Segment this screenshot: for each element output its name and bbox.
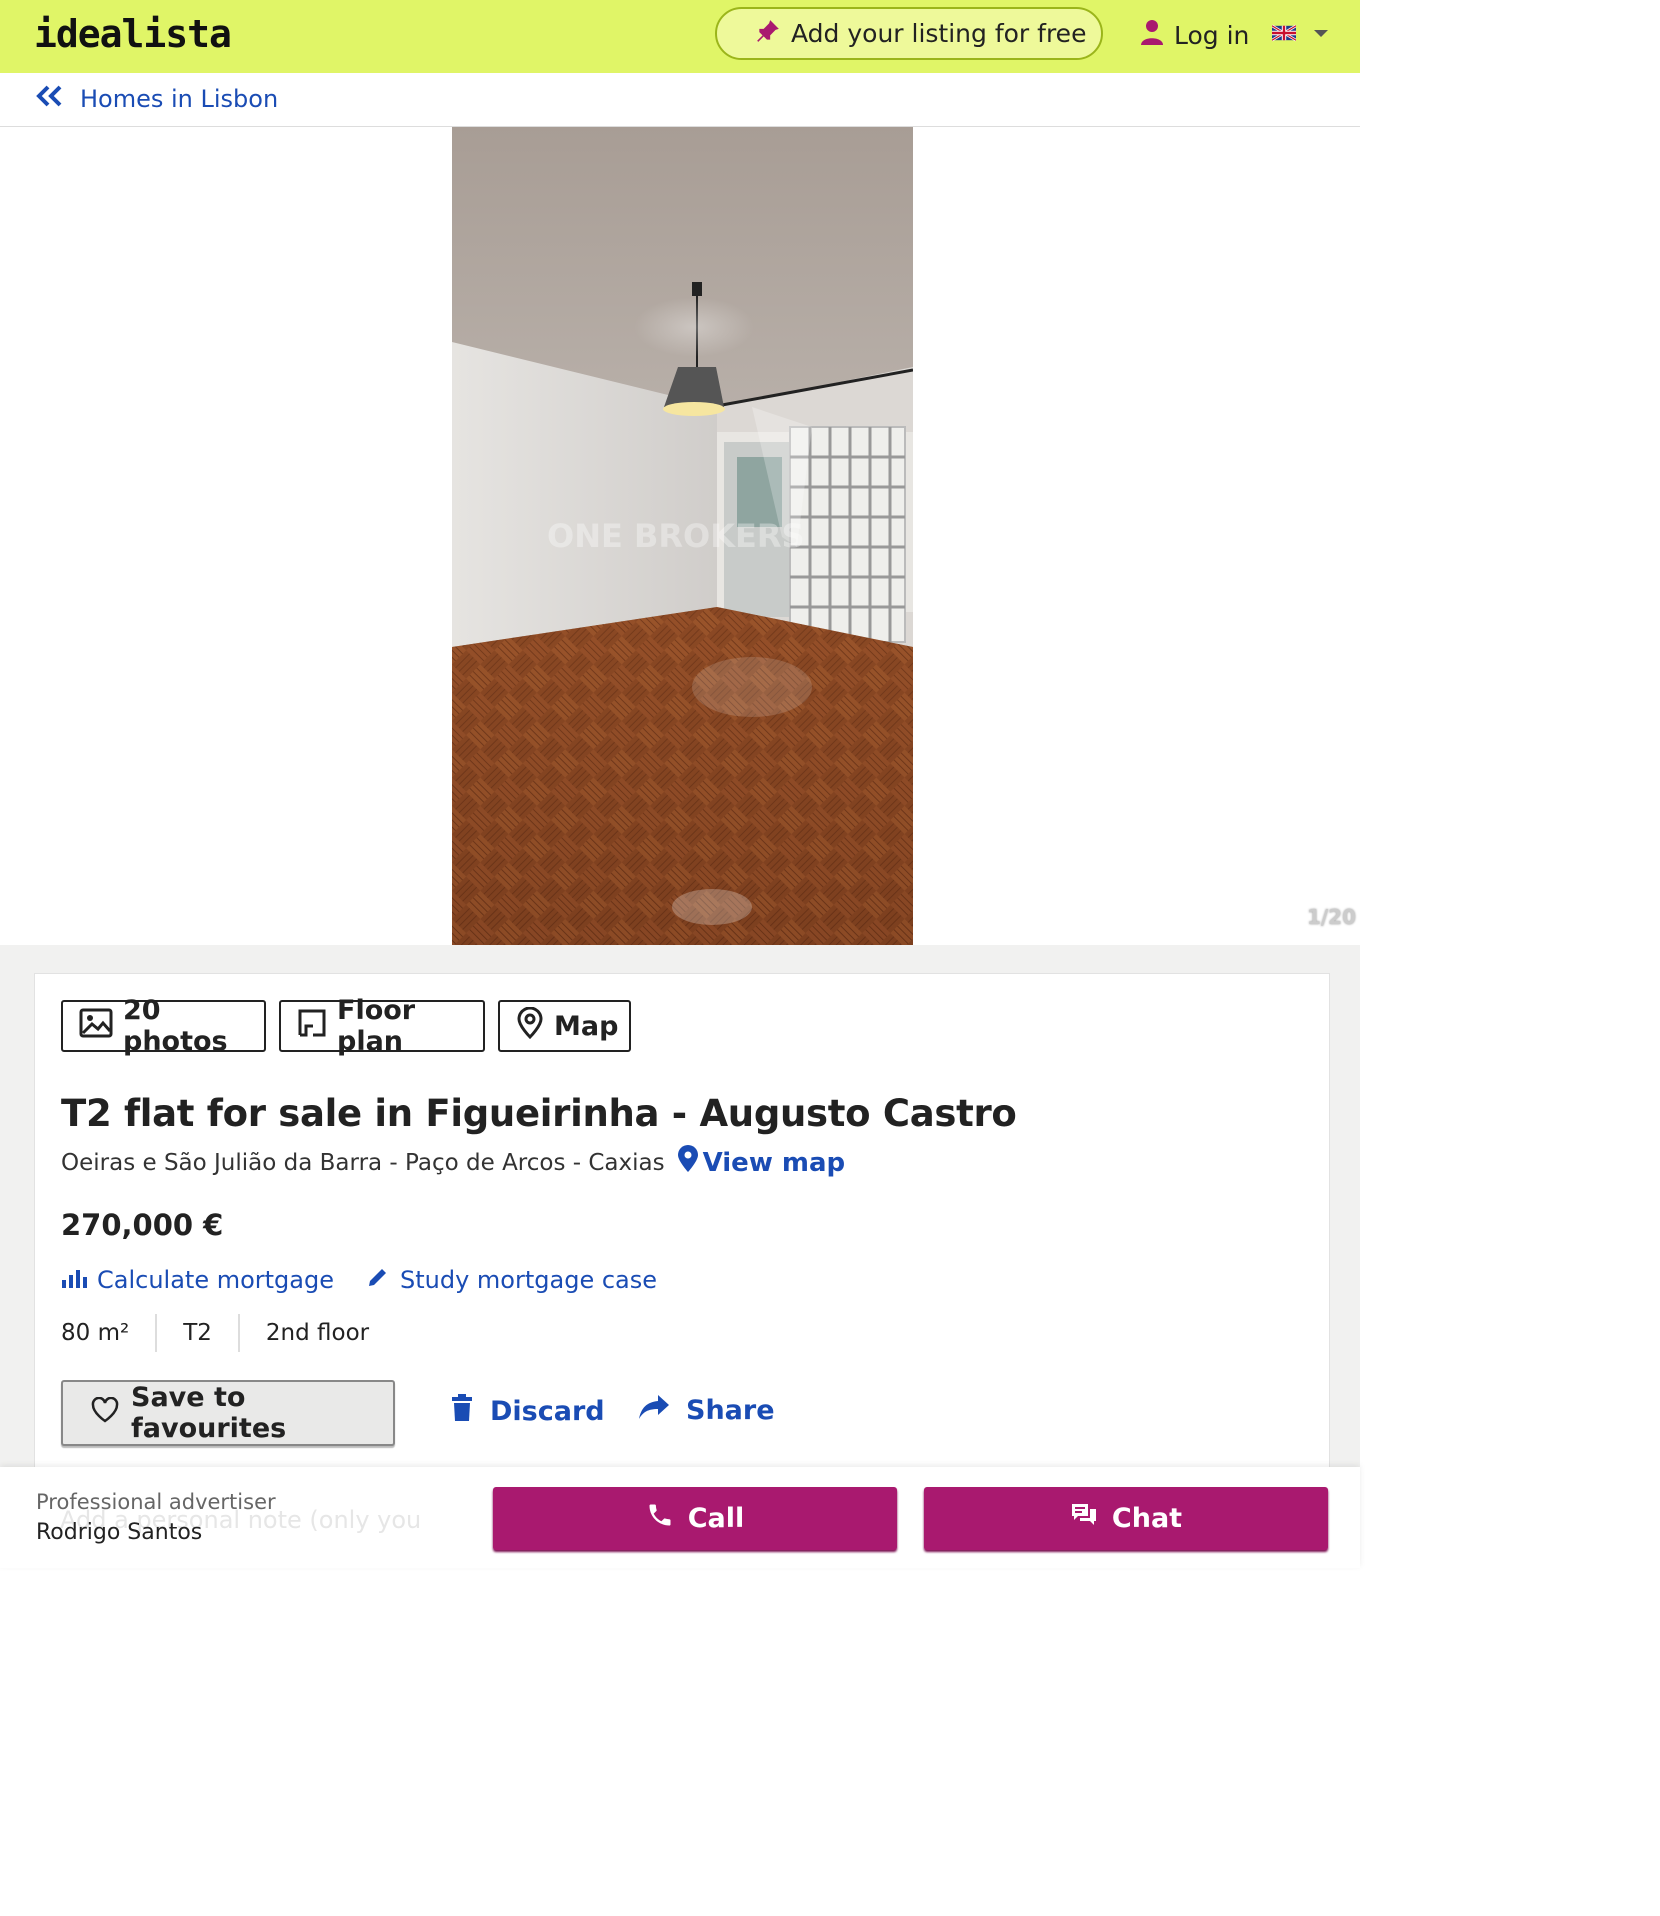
call-button[interactable]: Call <box>493 1487 897 1550</box>
share-arrow-icon <box>638 1394 670 1427</box>
add-listing-label: Add your listing for free <box>791 19 1087 48</box>
breadcrumb-label: Homes in Lisbon <box>80 85 279 113</box>
idealista-logo[interactable]: idealista <box>34 12 232 56</box>
pencil-icon <box>366 1265 390 1295</box>
feature-area: 80 m² <box>61 1320 130 1346</box>
pin-icon <box>755 18 781 50</box>
login-label: Log in <box>1174 20 1250 50</box>
trash-icon <box>450 1394 474 1429</box>
bar-chart-icon <box>61 1266 87 1294</box>
map-button[interactable]: Map <box>498 1000 631 1052</box>
chat-button[interactable]: Chat <box>924 1487 1328 1550</box>
image-icon <box>79 1008 113 1045</box>
phone-icon <box>646 1501 674 1536</box>
view-map-label: View map <box>702 1147 846 1178</box>
calculate-mortgage-label: Calculate mortgage <box>97 1266 334 1294</box>
share-button[interactable]: Share <box>638 1394 775 1427</box>
photos-button[interactable]: 20 photos <box>61 995 266 1057</box>
photos-label: 20 photos <box>123 995 228 1057</box>
listing-photo[interactable]: ONE BROKERS <box>452 127 913 945</box>
map-pin-icon <box>516 1006 544 1046</box>
top-bar: idealista Add your listing for free Log … <box>0 0 1360 73</box>
feature-floor: 2nd floor <box>237 1314 395 1352</box>
photo-gallery[interactable]: ONE BROKERS 1/20 <box>0 127 1360 945</box>
add-listing-button[interactable]: Add your listing for free <box>715 7 1103 60</box>
watermark-text: ONE BROKERS <box>547 517 805 555</box>
breadcrumb[interactable]: Homes in Lisbon <box>34 84 278 114</box>
floor-plan-button[interactable]: Floor plan <box>279 995 485 1057</box>
study-mortgage-label: Study mortgage case <box>400 1266 658 1294</box>
view-map-link[interactable]: View map <box>677 1145 846 1180</box>
chevron-down-icon <box>1314 29 1328 37</box>
uk-flag-icon <box>1272 24 1296 42</box>
listing-title: T2 flat for sale in Figueirinha - August… <box>61 1092 1017 1135</box>
save-favourites-button[interactable]: Save to favourites <box>61 1380 395 1446</box>
feature-typology: T2 <box>155 1314 238 1352</box>
user-icon <box>1140 18 1164 52</box>
photo-counter: 1/20 <box>1306 905 1356 929</box>
advertiser-name: Rodrigo Santos <box>36 1520 203 1545</box>
chat-label: Chat <box>1111 1503 1183 1534</box>
save-favourites-label: Save to favourites <box>131 1382 287 1444</box>
calculate-mortgage-link[interactable]: Calculate mortgage <box>61 1266 334 1294</box>
advertiser-type: Professional advertiser <box>36 1490 276 1514</box>
chat-bubbles-icon <box>1070 1502 1098 1535</box>
study-mortgage-link[interactable]: Study mortgage case <box>366 1265 657 1295</box>
location-pin-icon <box>677 1145 699 1180</box>
share-label: Share <box>686 1395 775 1426</box>
call-label: Call <box>687 1503 745 1534</box>
heart-icon <box>91 1396 119 1430</box>
mortgage-links: Calculate mortgage Study mortgage case <box>61 1265 657 1295</box>
features-list: 80 m² T2 2nd floor <box>61 1314 395 1352</box>
floor-plan-icon <box>297 1008 327 1045</box>
discard-label: Discard <box>490 1396 605 1427</box>
map-label: Map <box>554 1010 619 1042</box>
discard-button[interactable]: Discard <box>450 1394 605 1429</box>
double-chevron-left-icon <box>34 84 64 114</box>
floor-plan-label: Floor plan <box>337 995 416 1057</box>
listing-price: 270,000 € <box>61 1208 224 1242</box>
location-text: Oeiras e São Julião da Barra - Paço de A… <box>61 1149 665 1176</box>
login-button[interactable]: Log in <box>1140 17 1249 53</box>
listing-location: Oeiras e São Julião da Barra - Paço de A… <box>61 1145 845 1180</box>
language-selector[interactable] <box>1272 24 1328 42</box>
